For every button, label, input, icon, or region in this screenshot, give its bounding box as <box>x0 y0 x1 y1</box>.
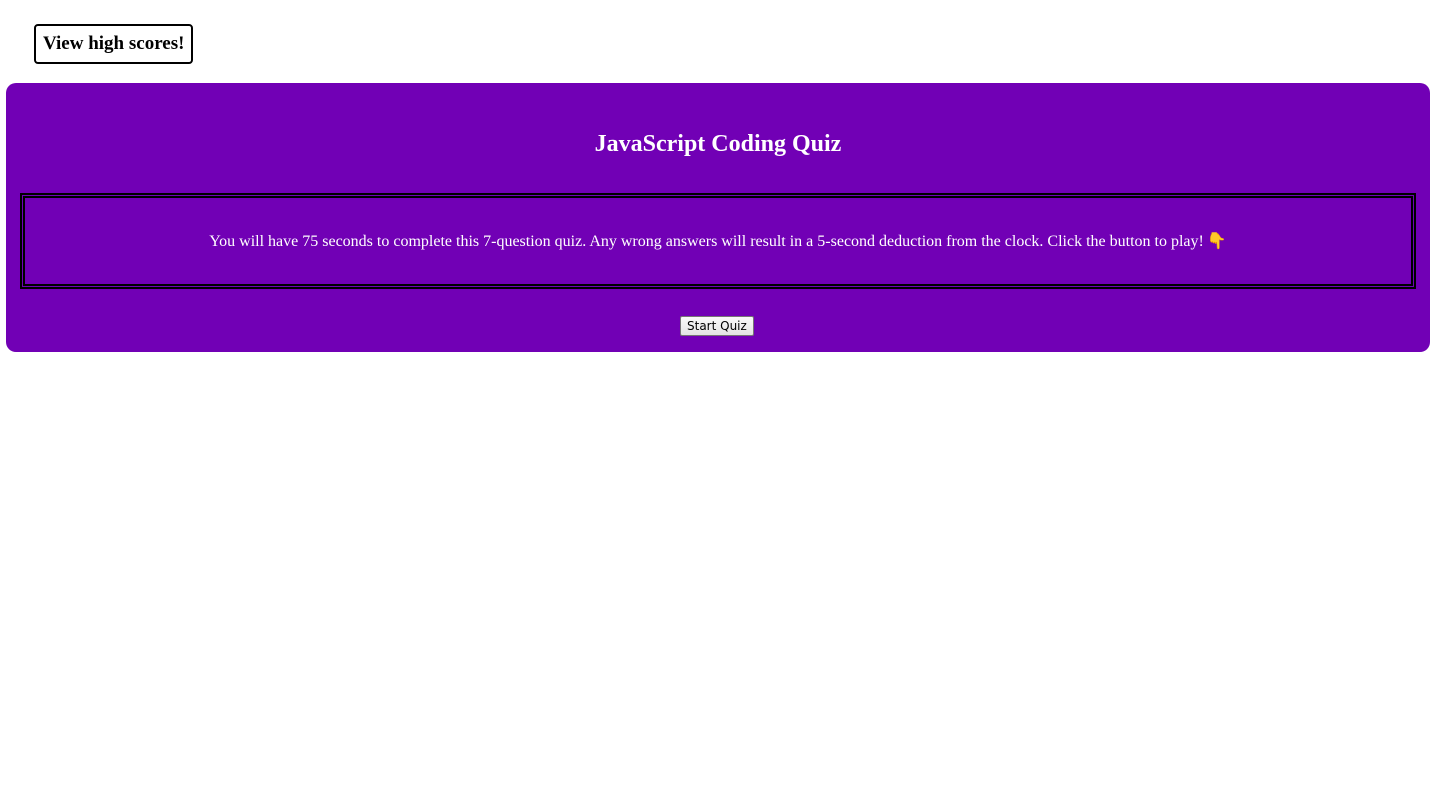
page: View high scores! JavaScript Coding Quiz… <box>0 0 1436 807</box>
instructions-text: You will have 75 seconds to complete thi… <box>209 232 1204 250</box>
view-high-scores-link[interactable]: View high scores! <box>34 24 194 64</box>
header: View high scores! <box>34 24 194 64</box>
quiz-title: JavaScript Coding Quiz <box>594 131 842 157</box>
instructions-box: You will have 75 seconds to complete thi… <box>20 193 1416 289</box>
instructions-paragraph: You will have 75 seconds to complete thi… <box>209 231 1227 252</box>
quiz-card: JavaScript Coding Quiz You will have 75 … <box>6 83 1430 352</box>
start-quiz-button[interactable]: Start Quiz <box>680 316 754 336</box>
pointing-down-hand-icon: 👇 <box>1206 230 1227 250</box>
